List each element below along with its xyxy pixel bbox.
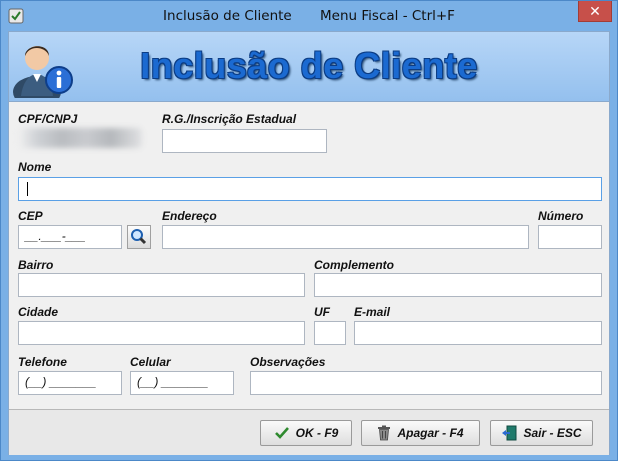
ok-button[interactable]: OK - F9 <box>260 420 352 446</box>
complemento-input[interactable] <box>314 273 602 297</box>
rg-label: R.G./Inscrição Estadual <box>162 112 297 126</box>
cpf-cnpj-label: CPF/CNPJ <box>18 112 78 126</box>
ok-button-label: OK - F9 <box>295 426 339 440</box>
close-button[interactable]: ✕ <box>578 1 612 22</box>
bairro-input[interactable] <box>18 273 305 297</box>
numero-label: Número <box>538 209 584 223</box>
celular-input[interactable]: (__) _______ <box>130 371 234 395</box>
button-bar: OK - F9 Apagar - F4 Sair - ESC <box>9 409 609 455</box>
telefone-input[interactable]: (__) _______ <box>18 371 122 395</box>
banner-title: Inclusão de Cliente <box>140 45 478 86</box>
window-title: Inclusão de Cliente Menu Fiscal - Ctrl+F <box>1 8 617 24</box>
magnifier-icon <box>131 229 147 245</box>
bairro-label: Bairro <box>18 258 54 272</box>
complemento-label: Complemento <box>314 258 395 272</box>
rg-input[interactable] <box>162 129 327 153</box>
endereco-label: Endereço <box>162 209 217 223</box>
endereco-input[interactable] <box>162 225 529 249</box>
email-label: E-mail <box>354 305 391 319</box>
telefone-label: Telefone <box>18 355 67 369</box>
cidade-input[interactable] <box>18 321 305 345</box>
window: Inclusão de Cliente Menu Fiscal - Ctrl+F… <box>0 0 618 461</box>
text-caret <box>27 182 28 196</box>
header-banner: Inclusão de Cliente <box>9 32 609 102</box>
cidade-label: Cidade <box>18 305 59 319</box>
numero-input[interactable] <box>538 225 602 249</box>
checkmark-icon <box>274 427 289 439</box>
cep-search-button[interactable] <box>127 225 151 249</box>
email-input[interactable] <box>354 321 602 345</box>
cpf-cnpj-field[interactable] <box>18 128 142 148</box>
nome-label: Nome <box>18 160 52 174</box>
menu-fiscal-shortcut: Menu Fiscal - Ctrl+F <box>320 8 455 24</box>
exit-door-icon <box>502 425 517 441</box>
cep-label: CEP <box>18 209 43 223</box>
apagar-button-label: Apagar - F4 <box>397 426 464 440</box>
title-bar[interactable]: Inclusão de Cliente Menu Fiscal - Ctrl+F… <box>1 1 617 31</box>
uf-label: UF <box>314 305 330 319</box>
sair-button-label: Sair - ESC <box>523 426 582 440</box>
observacoes-input[interactable] <box>250 371 602 395</box>
observacoes-label: Observações <box>250 355 326 369</box>
celular-label: Celular <box>130 355 171 369</box>
uf-input[interactable] <box>314 321 346 345</box>
nome-input[interactable] <box>18 177 602 201</box>
close-icon: ✕ <box>589 3 601 19</box>
dialog-body: Inclusão de Cliente CPF/CNPJ R.G./Inscri… <box>8 31 610 455</box>
apagar-button[interactable]: Apagar - F4 <box>361 420 480 446</box>
sair-button[interactable]: Sair - ESC <box>490 420 593 446</box>
window-title-text: Inclusão de Cliente <box>163 8 292 24</box>
trash-icon <box>378 425 391 441</box>
cep-input[interactable]: __.___-___ <box>18 225 122 249</box>
